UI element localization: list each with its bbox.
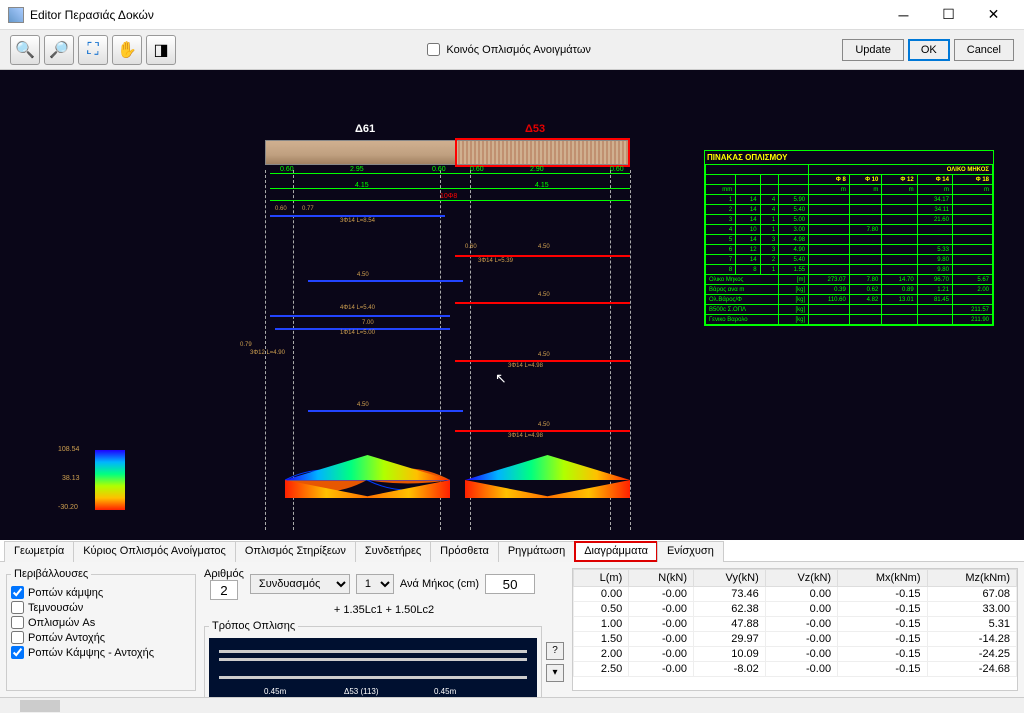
tab-geometry[interactable]: Γεωμετρία [4,541,74,562]
zoom-in-icon: 🔍 [15,40,35,60]
window-title: Editor Περασιάς Δοκών [30,8,881,22]
cube-icon: ◨ [153,40,168,60]
controls-panel: Αριθμός Συνδυασμός 1 Ανά Μήκος (cm) + 1.… [204,568,564,691]
color-legend [95,450,125,510]
ok-button[interactable]: OK [908,39,950,61]
help-button[interactable]: ? [546,642,564,660]
zoom-out-button[interactable]: 🔎 [44,35,74,65]
chk-capacity[interactable] [11,631,24,644]
zoom-fit-button[interactable]: ⛶ [78,35,108,65]
tab-stirrups[interactable]: Συνδετήρες [355,541,431,562]
moment-diagram-1 [285,455,450,505]
combo-num[interactable]: 1 [356,574,394,594]
combo-select[interactable]: Συνδυασμός [250,574,350,594]
pan-button[interactable]: ✋ [112,35,142,65]
tab-main-rebar[interactable]: Κύριος Οπλισμός Ανοίγματος [73,541,236,562]
rebar-table: ΠΙΝΑΚΑΣ ΟΠΛΙΣΜΟΥ ΟΛΙΚΟ ΜΗΚΟΣ Φ 8Φ 10Φ 12… [704,150,994,326]
results-table-wrap[interactable]: L(m)N(kN)Vy(kN)Vz(kN)Mx(kNm)Mz(kNm) 0.00… [572,568,1018,691]
close-button[interactable]: ✕ [971,1,1016,29]
common-rebar-label: Κοινός Οπλισμός Ανοιγμάτων [446,44,591,56]
arithmos-label: Αριθμός [204,568,244,580]
update-button[interactable]: Update [842,39,903,61]
bottom-panel: Περιβάλλουσες Ροπών κάμψης Τεμνουσών Οπλ… [0,562,1024,697]
toolbar: 🔍 🔎 ⛶ ✋ ◨ Κοινός Οπλισμός Ανοιγμάτων Upd… [0,30,1024,70]
h-scrollbar[interactable] [0,697,1024,713]
cursor-icon: ↖ [495,370,507,387]
ana-mikos-label: Ανά Μήκος (cm) [400,578,479,590]
table-row[interactable]: 0.50-0.0062.380.00-0.1533.00 [574,602,1017,617]
chevron-down-icon: ▾ [552,667,557,678]
envelopes-group: Περιβάλλουσες Ροπών κάμψης Τεμνουσών Οπλ… [6,568,196,691]
tab-bar: Γεωμετρία Κύριος Οπλισμός Ανοίγματος Οπλ… [0,540,1024,562]
table-row[interactable]: 1.50-0.0029.97-0.00-0.15-14.28 [574,632,1017,647]
view-3d-button[interactable]: ◨ [146,35,176,65]
table-row[interactable]: 2.00-0.0010.09-0.00-0.15-24.25 [574,647,1017,662]
tab-diagrams[interactable]: Διαγράμματα [574,541,658,562]
chk-bend-cap[interactable] [11,646,24,659]
tab-extras[interactable]: Πρόσθετα [430,541,499,562]
beam-label-d53: Δ53 [525,123,545,135]
results-table: L(m)N(kN)Vy(kN)Vz(kN)Mx(kNm)Mz(kNm) 0.00… [573,569,1017,677]
table-row[interactable]: 1.00-0.0047.88-0.00-0.155.31 [574,617,1017,632]
minimize-button[interactable]: ─ [881,1,926,29]
zoom-out-icon: 🔎 [49,40,69,60]
drawing-canvas[interactable]: Δ61 Δ53 0.60 2.95 0.60 0.60 2.90 0.60 4.… [0,70,1024,540]
beam-highlight [455,138,630,167]
zoom-in-button[interactable]: 🔍 [10,35,40,65]
tab-strengthening[interactable]: Ενίσχυση [657,541,724,562]
app-icon [8,7,24,23]
ana-mikos-input[interactable] [485,574,535,594]
moment-diagram-2 [465,455,630,505]
common-rebar-checkbox[interactable] [427,43,440,56]
maximize-button[interactable]: ☐ [926,1,971,29]
rebar-mode-group: Τρόπος Οπλισης 0.45m Δ53 (113) 0.45m [204,620,542,703]
chk-bending[interactable] [11,586,24,599]
tab-support-rebar[interactable]: Οπλισμός Στηρίξεων [235,541,356,562]
arithmos-input[interactable] [210,580,238,600]
zoom-fit-icon: ⛶ [87,41,98,59]
chk-as[interactable] [11,616,24,629]
hand-icon: ✋ [117,40,137,60]
titlebar: Editor Περασιάς Δοκών ─ ☐ ✕ [0,0,1024,30]
cancel-button[interactable]: Cancel [954,39,1014,61]
rebar-visual: 0.45m Δ53 (113) 0.45m [209,638,537,698]
table-row[interactable]: 0.00-0.0073.460.00-0.1567.08 [574,587,1017,602]
formula-label: + 1.35Lc1 + 1.50Lc2 [204,604,564,616]
table-row[interactable]: 2.50-0.00-8.02-0.00-0.15-24.68 [574,662,1017,677]
tab-cracking[interactable]: Ρηγμάτωση [498,541,575,562]
down-button[interactable]: ▾ [546,664,564,682]
beam-label-d61: Δ61 [355,123,375,135]
chk-shear[interactable] [11,601,24,614]
